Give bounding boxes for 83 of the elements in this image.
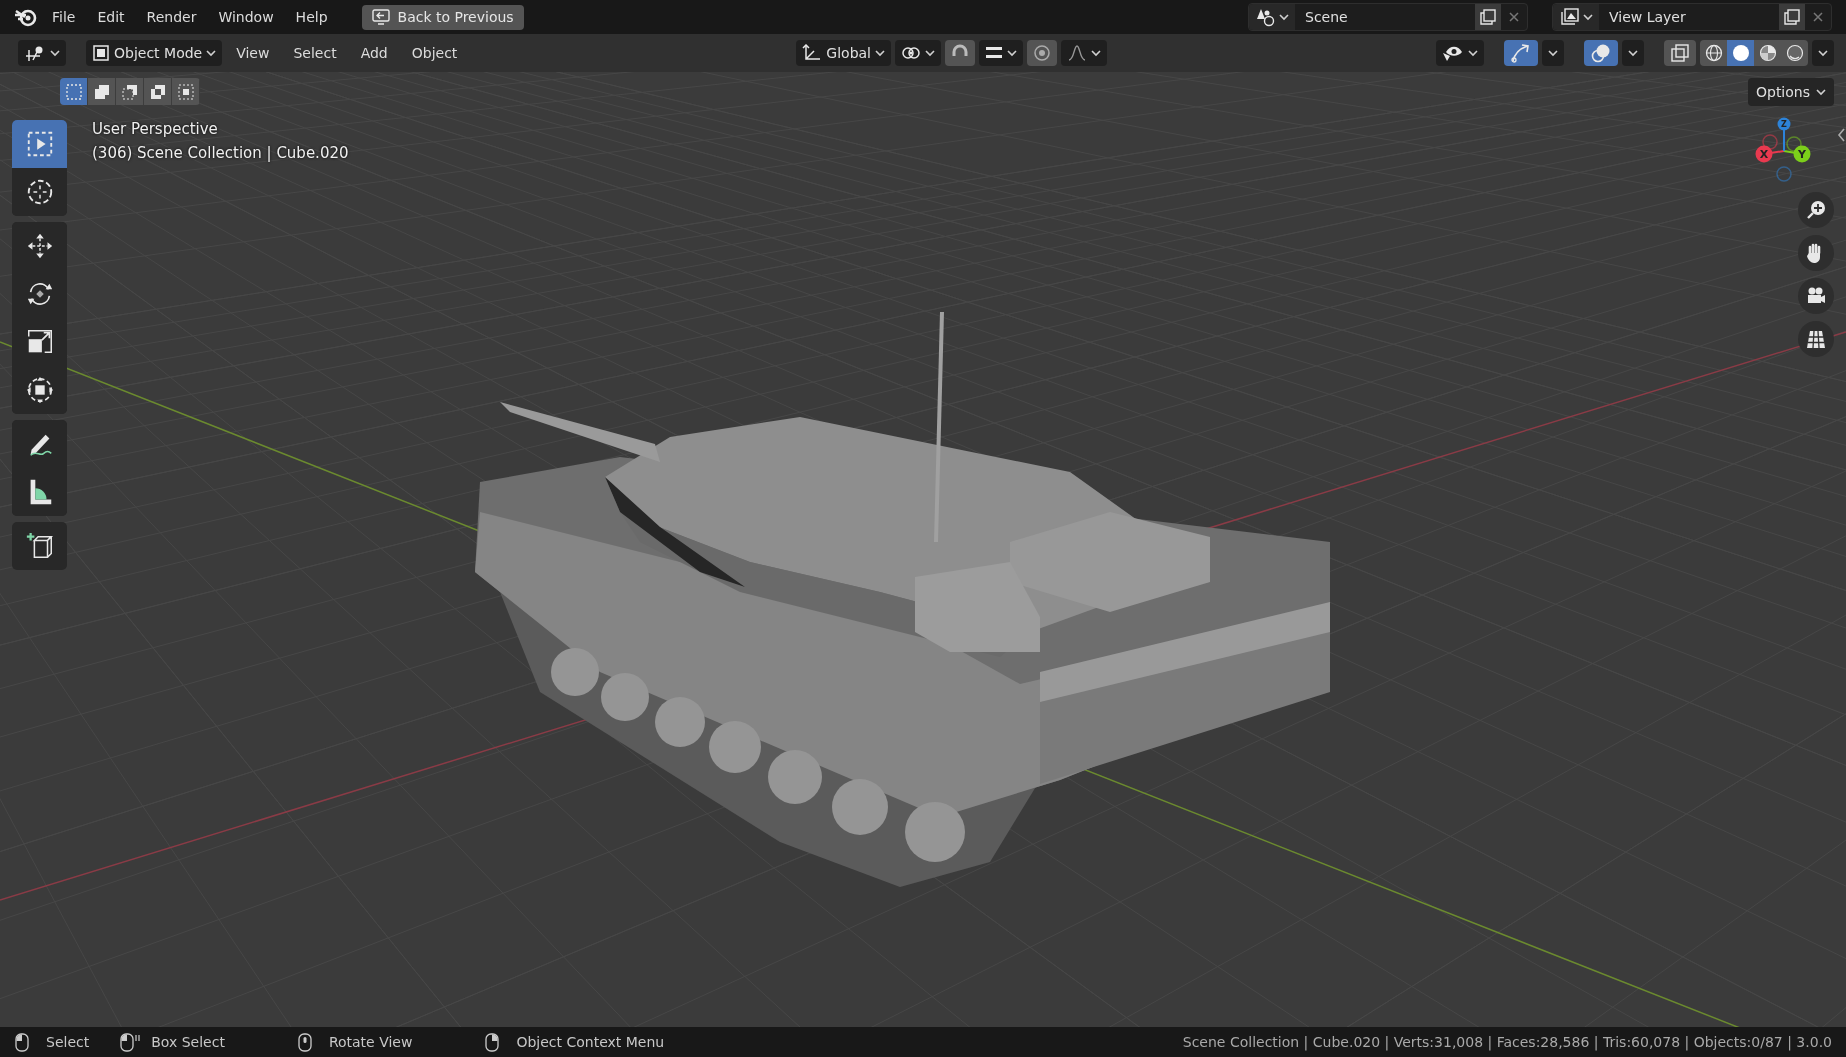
shading-dropdown[interactable] [1812, 40, 1834, 66]
sphere-icon [1731, 44, 1750, 62]
caret-icon [206, 49, 217, 57]
caret-icon [1007, 49, 1017, 57]
selection-mode-button[interactable] [88, 78, 116, 105]
shortcut-hint: Box Select [151, 1034, 225, 1050]
selection-mode-icon [176, 82, 195, 101]
zoom-icon [1805, 199, 1827, 221]
menu-item[interactable]: Edit [89, 5, 133, 29]
snap-button[interactable] [945, 40, 975, 66]
falloff-dropdown[interactable] [1061, 40, 1107, 66]
mouse-icon [119, 1031, 142, 1053]
grid-icon [1805, 328, 1827, 350]
editor-type-button[interactable] [18, 40, 66, 66]
menu-item[interactable]: View [226, 41, 280, 65]
sphere-icon [1704, 44, 1723, 62]
zoom-view-button[interactable] [1798, 192, 1834, 228]
caret-icon [1091, 49, 1101, 57]
selection-mode-icon [64, 82, 83, 101]
selection-mode-icon [120, 82, 139, 101]
selection-mode-button[interactable] [172, 78, 200, 105]
view-name: User Perspective [92, 120, 219, 138]
shortcut-hint: Object Context Menu [516, 1034, 665, 1050]
proportional-editing-button[interactable] [1027, 40, 1057, 66]
sphere-icon [1785, 44, 1804, 62]
scene-statistics: Scene Collection | Cube.020 | Verts:31,008 | Faces:28,586 | Tris:60,078 | Objects:0/87 | 3.0.0 [1182, 1034, 1832, 1050]
orientation-dropdown[interactable]: Global [796, 40, 891, 66]
axis-handle[interactable]: Y [1793, 145, 1811, 163]
caret-icon [925, 49, 935, 57]
axis-handle[interactable]: X [1755, 145, 1773, 163]
mode-dropdown[interactable]: Object Mode [86, 40, 223, 66]
x-ray-icon [1670, 43, 1690, 63]
camera-view-button[interactable] [1798, 278, 1834, 314]
menu-item[interactable]: Help [287, 5, 336, 29]
back-to-previous-button[interactable]: Back to Previous [361, 4, 524, 30]
sphere-icon [1758, 44, 1777, 62]
shortcut-hint: Select [46, 1034, 90, 1050]
selection-mode-button[interactable] [144, 78, 172, 105]
object-mode-icon [92, 44, 110, 62]
selection-mode-button[interactable] [60, 78, 88, 105]
caret-icon [1548, 49, 1558, 57]
menu-item[interactable]: Object [401, 41, 468, 65]
overlays-dropdown[interactable] [1622, 40, 1644, 66]
axis-handle[interactable]: Z [1777, 117, 1791, 131]
snap-target-dropdown[interactable] [979, 40, 1023, 66]
eye-icon [1442, 44, 1464, 62]
selection-mode-icon [92, 82, 111, 101]
x-ray-button[interactable] [1664, 40, 1696, 66]
gizmos-dropdown[interactable] [1542, 40, 1564, 66]
axes-icon [802, 44, 823, 62]
gizmo-arrow-icon [1510, 43, 1532, 63]
selection-mode-button[interactable] [116, 78, 144, 105]
caret-icon [1816, 88, 1826, 96]
menu-item[interactable]: Render [138, 5, 205, 29]
caret-icon [1468, 49, 1478, 57]
caret-icon [1818, 49, 1828, 57]
caret-icon [1628, 49, 1638, 57]
proportional-icon [1033, 44, 1051, 62]
selectability-dropdown[interactable] [1436, 40, 1484, 66]
falloff-curve-icon [1067, 44, 1087, 62]
pan-view-button[interactable] [1798, 235, 1834, 271]
caret-icon [875, 49, 885, 57]
back-icon [371, 9, 390, 25]
pivot-dropdown[interactable] [895, 40, 941, 66]
solid-shading-button[interactable] [1727, 40, 1754, 66]
negative-axis-handle[interactable] [1776, 166, 1792, 182]
menu-item[interactable]: File [44, 5, 84, 29]
shortcut-hint: Rotate View [328, 1034, 413, 1050]
overlays-button[interactable] [1584, 40, 1618, 66]
menu-item[interactable]: Window [210, 5, 282, 29]
add-cube-icon [24, 531, 55, 561]
active-object-info: (306) Scene Collection | Cube.020 [92, 144, 349, 162]
pivot-icon [901, 44, 921, 62]
menu-item[interactable]: Select [283, 41, 347, 65]
ortho-view-button[interactable] [1798, 321, 1834, 357]
selection-mode-icon [148, 82, 167, 101]
caret-icon [50, 49, 60, 57]
gizmos-button[interactable] [1504, 40, 1538, 66]
menu-item[interactable]: Add [350, 41, 398, 65]
overlays-icon [1590, 43, 1612, 63]
snap-target-icon [985, 45, 1003, 61]
blender-logo [14, 7, 38, 27]
options-dropdown[interactable]: Options [1747, 78, 1834, 106]
